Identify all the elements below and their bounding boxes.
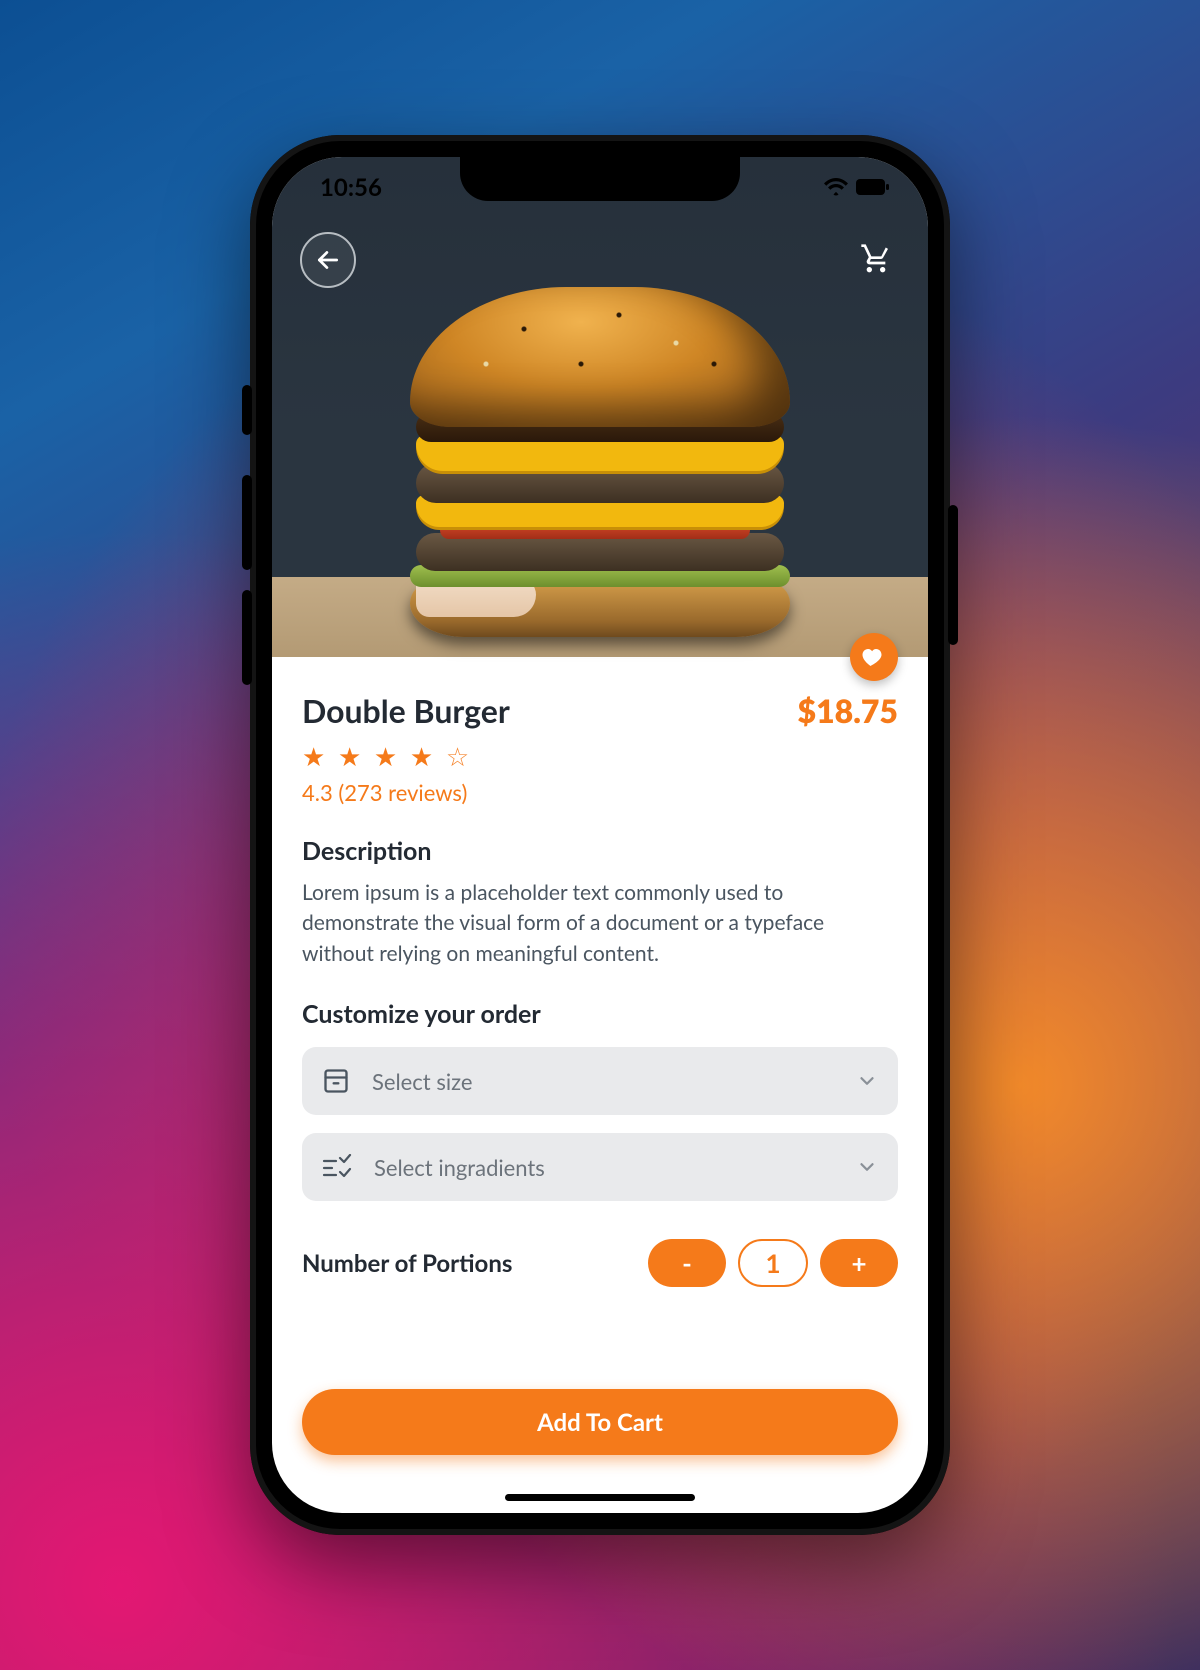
screen: 10:56 [272,157,928,1513]
content: Double Burger $18.75 ★ ★ ★ ★ ☆ 4.3 (273 … [272,657,928,1513]
back-button[interactable] [300,232,356,288]
cart-icon [860,243,892,275]
side-button [242,475,252,570]
product-hero: 10:56 [272,157,928,657]
chevron-down-icon [856,1070,878,1092]
description-text: Lorem ipsum is a placeholder text common… [302,878,898,969]
chevron-down-icon [856,1156,878,1178]
notch [460,157,740,201]
phone-mock: 10:56 [250,135,950,1535]
side-button [948,505,958,645]
description-heading: Description [302,836,898,866]
status-right [816,178,890,196]
burger-image [410,287,790,627]
checklist-icon [322,1154,352,1180]
customize-heading: Customize your order [302,999,898,1029]
battery-icon [856,179,890,195]
decrease-button[interactable]: - [648,1239,726,1287]
favorite-button[interactable] [850,633,898,681]
wifi-icon [824,178,848,196]
rating-text: 4.3 (273 reviews) [302,779,898,806]
rating-stars: ★ ★ ★ ★ ☆ [302,740,898,773]
select-ingredients[interactable]: Select ingradients [302,1133,898,1201]
product-price: $18.75 [798,691,898,730]
quantity-value: 1 [738,1239,808,1287]
increase-button[interactable]: + [820,1239,898,1287]
home-indicator [505,1494,695,1501]
quantity-stepper: - 1 + [648,1239,898,1287]
heart-icon [862,645,886,669]
portions-label: Number of Portions [302,1249,512,1278]
select-size[interactable]: Select size [302,1047,898,1115]
cart-button[interactable] [854,237,898,281]
select-size-label: Select size [372,1068,834,1095]
select-ingredients-label: Select ingradients [374,1154,834,1181]
status-time: 10:56 [320,173,382,202]
add-to-cart-button[interactable]: Add To Cart [302,1389,898,1455]
box-icon [322,1067,350,1095]
product-title: Double Burger [302,691,510,730]
arrow-left-icon [315,247,341,273]
side-button [242,590,252,685]
side-button [242,385,252,435]
